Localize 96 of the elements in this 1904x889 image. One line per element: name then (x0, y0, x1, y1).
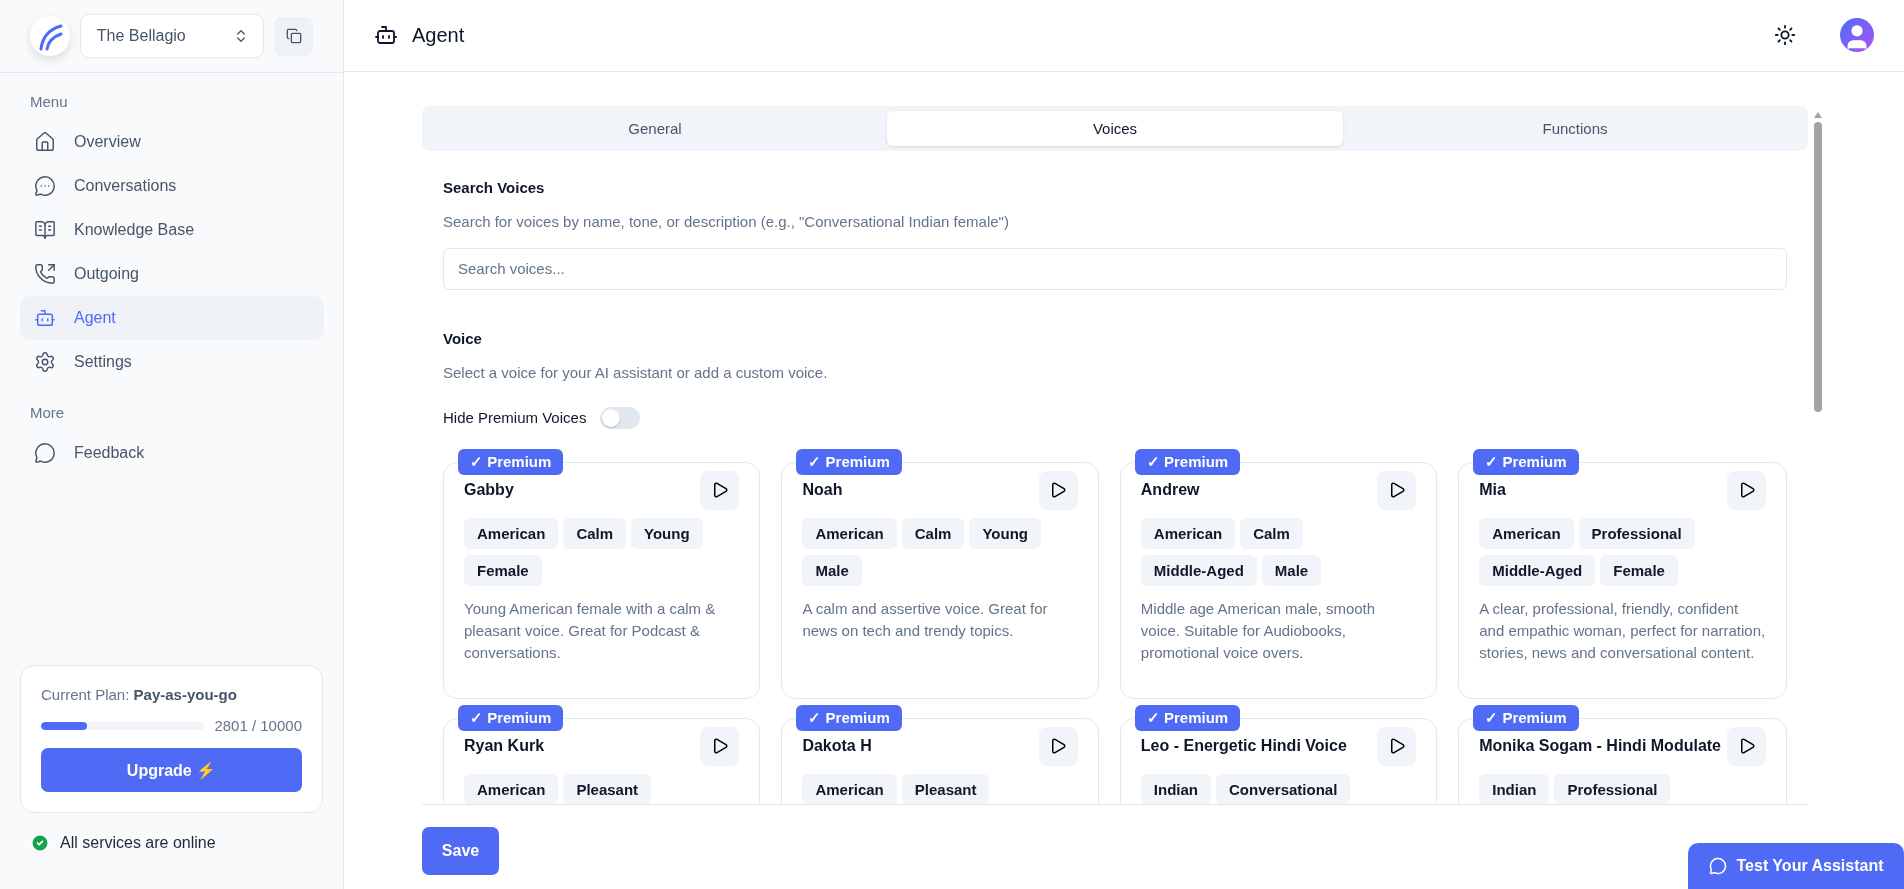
voice-tag: Pleasant (563, 773, 652, 804)
phone-icon (34, 263, 56, 285)
check-circle-icon (30, 833, 50, 853)
voice-tag: Calm (1240, 517, 1303, 549)
tab[interactable]: General (427, 110, 883, 146)
save-button[interactable]: Save (422, 826, 499, 875)
play-button[interactable] (1377, 470, 1417, 510)
nav-item[interactable]: Overview (20, 120, 324, 164)
section-heading: More (29, 403, 66, 423)
premium-badge: ✓ Premium (1134, 448, 1241, 475)
premium-badge: ✓ Premium (1473, 704, 1579, 731)
voice-tag: Conversational (1216, 773, 1351, 804)
toggle-switch[interactable] (600, 406, 641, 429)
voice-tag: Calm (901, 517, 965, 549)
test-assistant-button[interactable]: Test Your Assistant (1688, 843, 1904, 889)
premium-badge: ✓ Premium (458, 448, 564, 475)
avatar-icon[interactable] (1840, 18, 1874, 53)
logo-icon (30, 16, 70, 56)
voice-tag: Male (802, 554, 862, 586)
voice-description: Middle age American male, smooth voice. Suitable for Audiobooks, promotional voice overs. (1140, 598, 1377, 663)
nav-item[interactable]: Outgoing (20, 252, 324, 296)
voice-tag: Indian (1140, 773, 1211, 804)
voice-tag: Female (1600, 554, 1678, 586)
usage-text: 2801 / 10000 (214, 717, 302, 734)
search-field[interactable]: Search voices... (443, 247, 1787, 290)
plan-text: Current Plan: Pay-as-you-go (41, 686, 238, 703)
voice-name: Noah (802, 481, 843, 500)
voice-tag: Professional (1578, 517, 1695, 549)
voice-name: Monika Sogam - Hindi Modulate (1479, 737, 1721, 756)
play-button[interactable] (700, 470, 740, 510)
tab[interactable]: Voices (887, 110, 1343, 146)
play-button[interactable] (1038, 470, 1078, 510)
voice-name: Ryan Kurk (464, 737, 545, 756)
status-text: All services are online (60, 834, 216, 852)
play-button[interactable] (1377, 726, 1417, 766)
voice-name: Leo - Energetic Hindi Voice (1140, 737, 1347, 756)
copy-button[interactable] (274, 16, 313, 56)
voice-tag: Indian (1479, 773, 1550, 804)
premium-badge: ✓ Premium (458, 704, 564, 731)
play-icon (1049, 481, 1068, 500)
toggle-label: Hide Premium Voices (443, 409, 587, 427)
voice-description: Young American female with a calm & pleasant voice. Great for Podcast & conversations. (464, 598, 717, 663)
section-description: Select a voice for your AI assistant or add a custom voice. (443, 363, 829, 381)
theme-toggle-icon[interactable] (1774, 24, 1796, 47)
nav-item[interactable]: Settings (20, 340, 324, 384)
play-icon (1049, 737, 1068, 756)
voice-tag: Calm (563, 517, 627, 549)
premium-badge: ✓ Premium (796, 704, 902, 731)
voice-name: Dakota H (802, 737, 872, 756)
voice-tag: Pleasant (901, 773, 990, 804)
chat-bubble-icon (34, 175, 56, 197)
voice-tag: Young (969, 517, 1041, 549)
play-button[interactable] (1727, 470, 1766, 510)
premium-badge: ✓ Premium (1134, 704, 1241, 731)
voice-name: Gabby (464, 481, 514, 500)
voice-tag: Middle-Aged (1140, 554, 1257, 586)
premium-badge: ✓ Premium (1473, 448, 1579, 475)
voice-tag: American (802, 517, 897, 549)
copy-icon (285, 28, 302, 44)
upgrade-button[interactable]: Upgrade ⚡ (41, 748, 302, 792)
nav-item[interactable]: Feedback (20, 431, 324, 475)
voice-tag: Male (1261, 554, 1322, 586)
voice-tag: American (1140, 517, 1236, 549)
voice-tag: American (1479, 517, 1574, 549)
chat-bubble-icon (34, 442, 56, 464)
chat-bubble-icon (1708, 857, 1727, 875)
premium-badge: ✓ Premium (796, 448, 902, 475)
voice-tag: American (464, 517, 559, 549)
play-button[interactable] (1727, 726, 1766, 766)
nav-item[interactable]: Knowledge Base (20, 208, 324, 252)
nav-item[interactable]: Conversations (20, 164, 324, 208)
settings-icon (34, 351, 56, 373)
voice-description: A clear, professional, friendly, confident and empathic woman, perfect for narration, stories, news and conversational content. (1479, 598, 1766, 663)
voice-name: Mia (1479, 481, 1506, 500)
scrollbar-thumb[interactable] (1814, 121, 1822, 412)
voice-tag: Female (464, 554, 542, 586)
section-heading: Search Voices (443, 178, 546, 198)
section-description: Search for voices by name, tone, or description (e.g., "Conversational Indian female") (443, 212, 1010, 230)
workspace-selector[interactable]: The Bellagio (79, 14, 265, 58)
bot-icon (34, 307, 56, 329)
play-button[interactable] (700, 726, 740, 766)
nav-item[interactable]: Agent (20, 296, 324, 340)
voice-tag: American (802, 773, 897, 804)
section-heading: Menu (29, 92, 69, 112)
page-title: Agent (412, 23, 466, 47)
house-icon (34, 131, 56, 153)
voice-tag: American (464, 773, 559, 804)
voice-tag: Young (631, 517, 703, 549)
book-icon (34, 219, 56, 241)
tab[interactable]: Functions (1347, 110, 1803, 146)
voice-tag: Middle-Aged (1479, 554, 1596, 586)
voice-name: Andrew (1140, 481, 1200, 500)
voice-tag: Professional (1554, 773, 1671, 804)
section-heading: Voice (443, 329, 483, 349)
voice-description: A calm and assertive voice. Great for news on tech and trendy topics. (802, 598, 1049, 641)
play-button[interactable] (1038, 726, 1078, 766)
